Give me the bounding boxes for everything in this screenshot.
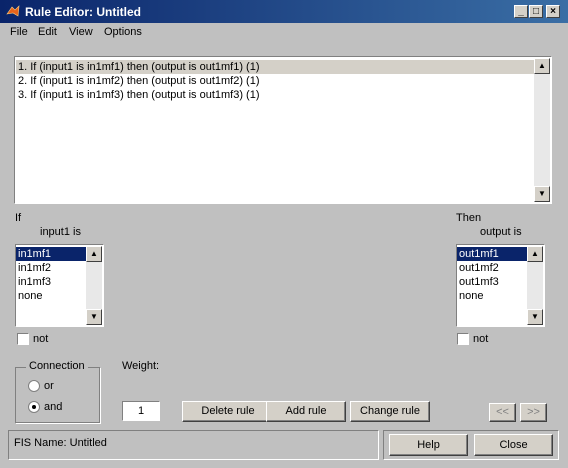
rule-item[interactable]: 2. If (input1 is in1mf2) then (output is…: [16, 74, 551, 88]
menu-view[interactable]: View: [69, 26, 93, 38]
input-mf-listbox[interactable]: in1mf1 in1mf2 in1mf3 none ▲ ▼: [15, 244, 104, 327]
prev-rule-button[interactable]: <<: [489, 403, 516, 422]
weight-input[interactable]: 1: [122, 401, 160, 421]
minimize-button[interactable]: _: [514, 5, 528, 18]
matlab-logo-icon: [6, 5, 20, 17]
if-label: If: [15, 212, 22, 224]
status-text: FIS Name: Untitled: [14, 437, 107, 449]
maximize-button[interactable]: □: [529, 5, 543, 18]
change-rule-button[interactable]: Change rule: [350, 401, 430, 422]
menu-bar: File Edit View Options: [0, 23, 568, 41]
menu-options[interactable]: Options: [104, 26, 142, 38]
if-not-checkbox[interactable]: [17, 333, 29, 345]
delete-rule-button[interactable]: Delete rule: [182, 401, 274, 422]
input-mf-scrollbar[interactable]: ▲ ▼: [86, 246, 102, 325]
if-not-label: not: [33, 333, 49, 345]
title-bar: Rule Editor: Untitled _ □ ×: [0, 0, 568, 23]
rules-listbox[interactable]: 1. If (input1 is in1mf1) then (output is…: [14, 56, 552, 204]
scroll-up-arrow-icon[interactable]: ▲: [534, 58, 550, 74]
output-mf-scrollbar[interactable]: ▲ ▼: [527, 246, 543, 325]
add-rule-button[interactable]: Add rule: [266, 401, 346, 422]
close-window-button[interactable]: ×: [546, 5, 560, 18]
scroll-up-arrow-icon[interactable]: ▲: [86, 246, 102, 262]
window-title: Rule Editor: Untitled: [25, 5, 141, 19]
connection-group: [15, 367, 100, 423]
next-rule-button[interactable]: >>: [520, 403, 547, 422]
and-label: and: [44, 401, 63, 413]
then-not-label: not: [473, 333, 489, 345]
menu-file[interactable]: File: [10, 26, 28, 38]
rule-item[interactable]: 3. If (input1 is in1mf3) then (output is…: [16, 88, 551, 102]
weight-label: Weight:: [122, 360, 160, 372]
output-mf-item[interactable]: out1mf1: [457, 247, 527, 261]
rules-scrollbar[interactable]: ▲ ▼: [534, 58, 550, 202]
or-label: or: [44, 380, 54, 392]
output-mf-listbox[interactable]: out1mf1 out1mf2 out1mf3 none ▲ ▼: [456, 244, 545, 327]
scroll-down-arrow-icon[interactable]: ▼: [86, 309, 102, 325]
then-not-checkbox[interactable]: [457, 333, 469, 345]
output-label: output is: [480, 226, 522, 238]
rule-item[interactable]: 1. If (input1 is in1mf1) then (output is…: [16, 60, 534, 74]
input-mf-item[interactable]: in1mf1: [16, 247, 86, 261]
and-radio[interactable]: [28, 401, 40, 413]
scroll-down-arrow-icon[interactable]: ▼: [534, 186, 550, 202]
menu-edit[interactable]: Edit: [38, 26, 57, 38]
then-label: Then: [456, 212, 482, 224]
or-radio[interactable]: [28, 380, 40, 392]
scroll-down-arrow-icon[interactable]: ▼: [527, 309, 543, 325]
connection-label: Connection: [26, 360, 88, 372]
input-label: input1 is: [40, 226, 81, 238]
scroll-up-arrow-icon[interactable]: ▲: [527, 246, 543, 262]
help-button[interactable]: Help: [389, 434, 468, 456]
radio-selected-dot: [32, 405, 36, 409]
status-bar: FIS Name: Untitled: [8, 430, 379, 460]
close-button[interactable]: Close: [474, 434, 553, 456]
